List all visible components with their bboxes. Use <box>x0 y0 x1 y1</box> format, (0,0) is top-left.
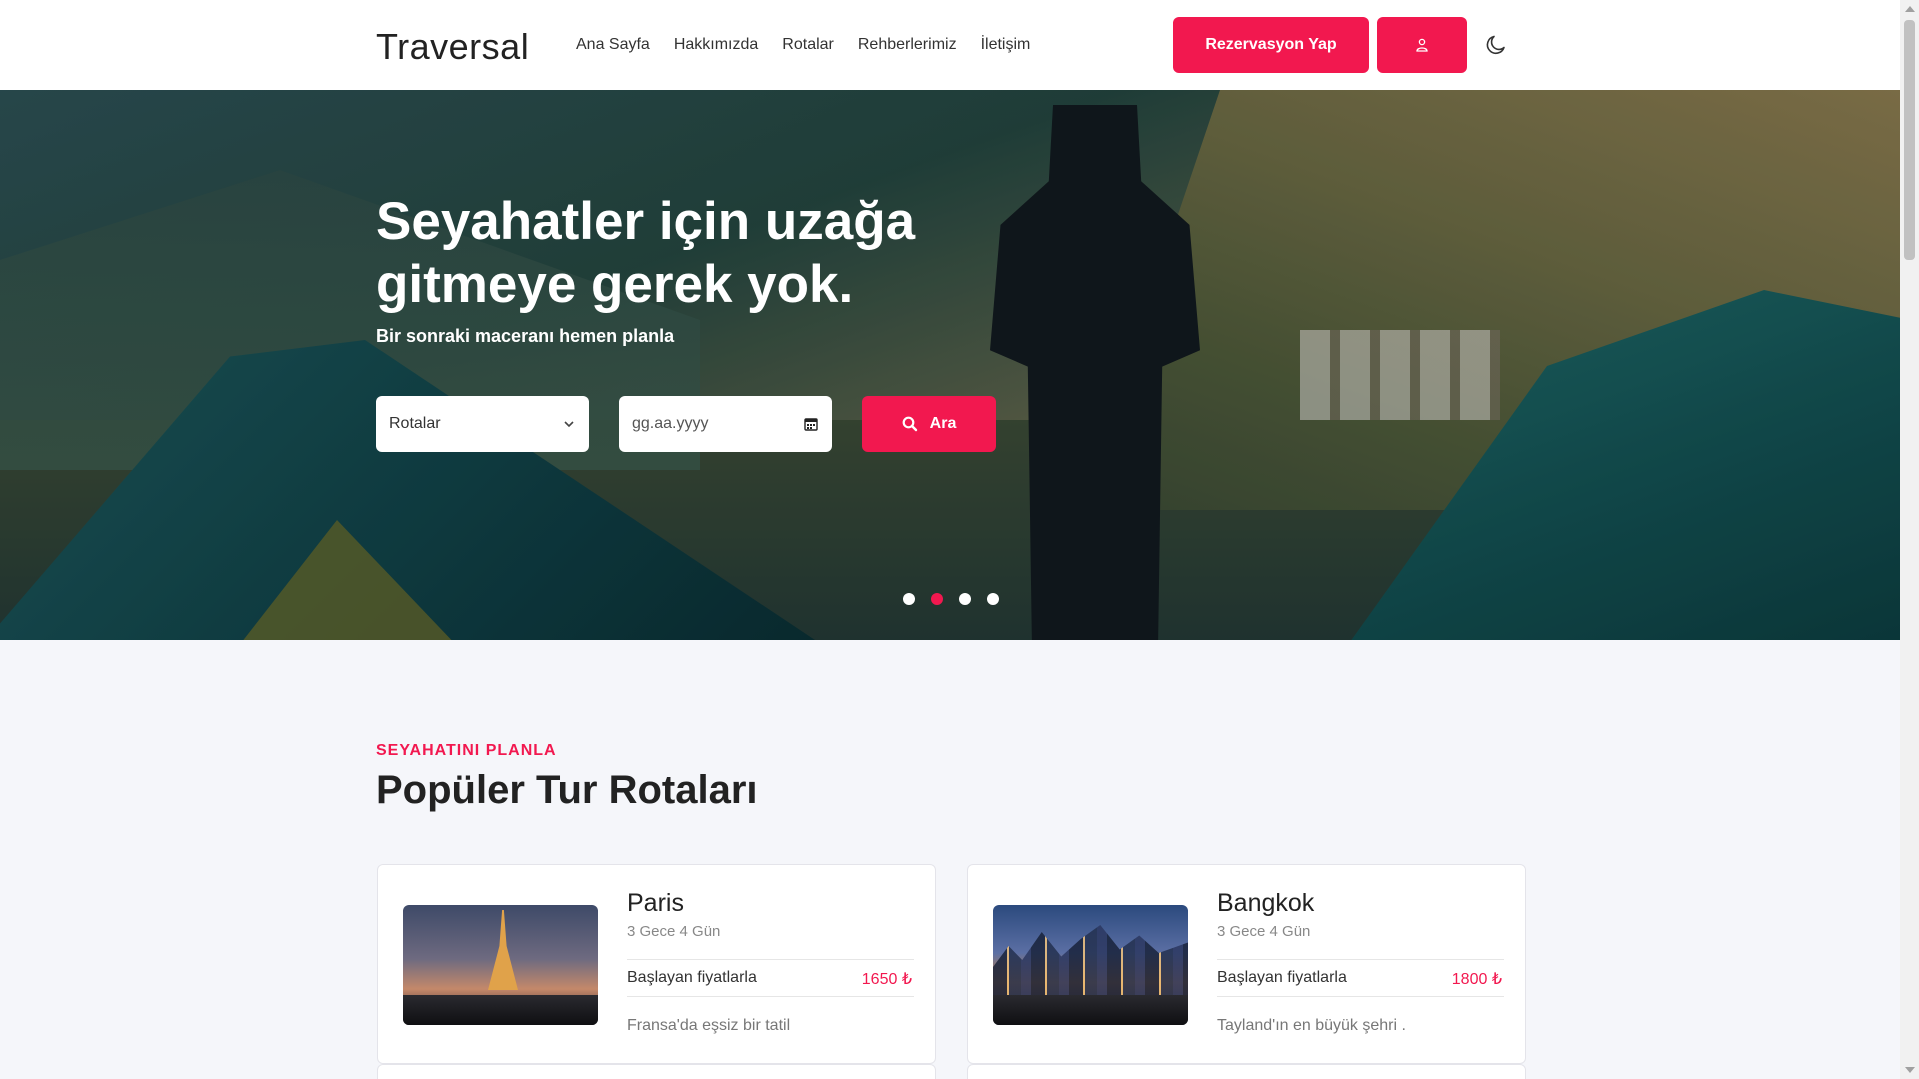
tour-card-bangkok[interactable]: Bangkok 3 Gece 4 Gün Başlayan fiyatlarla… <box>967 864 1526 1064</box>
carousel-dot[interactable] <box>987 593 999 605</box>
main-nav: Ana Sayfa Hakkımızda Rotalar Rehberlerim… <box>576 36 1030 54</box>
price-label: Başlayan fiyatlarla <box>627 969 757 986</box>
section-title: Popüler Tur Rotaları <box>376 768 758 812</box>
scroll-up-arrow[interactable] <box>1905 6 1915 12</box>
tour-card-partial[interactable] <box>377 1064 936 1079</box>
tour-card-partial[interactable] <box>967 1064 1526 1079</box>
route-select-value: Rotalar <box>389 415 441 432</box>
search-button-label: Ara <box>929 415 957 432</box>
reservation-button[interactable]: Rezervasyon Yap <box>1173 17 1369 73</box>
tour-title[interactable]: Bangkok <box>1217 889 1314 918</box>
tour-duration: 3 Gece 4 Gün <box>627 923 721 940</box>
site-header: Traversal Ana Sayfa Hakkımızda Rotalar R… <box>0 0 1900 90</box>
hero-title: Seyahatler için uzağa gitmeye gerek yok. <box>376 192 916 314</box>
tour-description: Fransa'da eşsiz bir tatil <box>627 1017 791 1034</box>
nav-guides[interactable]: Rehberlerimiz <box>858 36 957 54</box>
date-placeholder: gg.aa.yyyy <box>632 415 709 432</box>
date-input[interactable]: gg.aa.yyyy <box>619 396 832 452</box>
page-scrollbar[interactable] <box>1900 0 1919 1079</box>
divider <box>627 959 914 960</box>
nav-home[interactable]: Ana Sayfa <box>576 36 650 54</box>
user-button[interactable] <box>1377 17 1467 73</box>
divider <box>627 996 914 997</box>
carousel-dots <box>903 593 999 605</box>
user-icon <box>1416 38 1428 52</box>
section-eyebrow: SEYAHATINI PLANLA <box>376 742 557 759</box>
nav-about[interactable]: Hakkımızda <box>674 36 758 54</box>
scroll-down-arrow[interactable] <box>1905 1067 1915 1073</box>
carousel-dot[interactable] <box>959 593 971 605</box>
hero-banner: Seyahatler için uzağa gitmeye gerek yok.… <box>0 90 1900 640</box>
divider <box>1217 959 1504 960</box>
nav-routes[interactable]: Rotalar <box>782 36 834 54</box>
price-label: Başlayan fiyatlarla <box>1217 969 1347 986</box>
tour-description: Tayland'ın en büyük şehri . <box>1217 1017 1406 1034</box>
carousel-dot[interactable] <box>903 593 915 605</box>
site-logo[interactable]: Traversal <box>376 26 529 68</box>
moon-icon[interactable] <box>1484 33 1508 57</box>
route-select[interactable]: Rotalar <box>376 396 589 452</box>
tour-duration: 3 Gece 4 Gün <box>1217 923 1311 940</box>
paris-image <box>403 905 598 1025</box>
nav-contact[interactable]: İletişim <box>981 36 1031 54</box>
bangkok-image <box>993 905 1188 1025</box>
calendar-icon[interactable] <box>803 416 819 432</box>
tour-price: 1800 ₺ <box>1451 971 1502 988</box>
tour-title[interactable]: Paris <box>627 889 684 918</box>
scroll-thumb[interactable] <box>1904 20 1915 260</box>
search-icon <box>902 416 917 432</box>
chevron-down-icon <box>564 421 574 428</box>
carousel-dot-active[interactable] <box>931 593 943 605</box>
tour-price: 1650 ₺ <box>861 971 912 988</box>
search-button[interactable]: Ara <box>862 396 996 452</box>
tour-card-paris[interactable]: Paris 3 Gece 4 Gün Başlayan fiyatlarla 1… <box>377 864 936 1064</box>
hero-subtitle: Bir sonraki maceranı hemen planla <box>376 326 675 346</box>
divider <box>1217 996 1504 997</box>
